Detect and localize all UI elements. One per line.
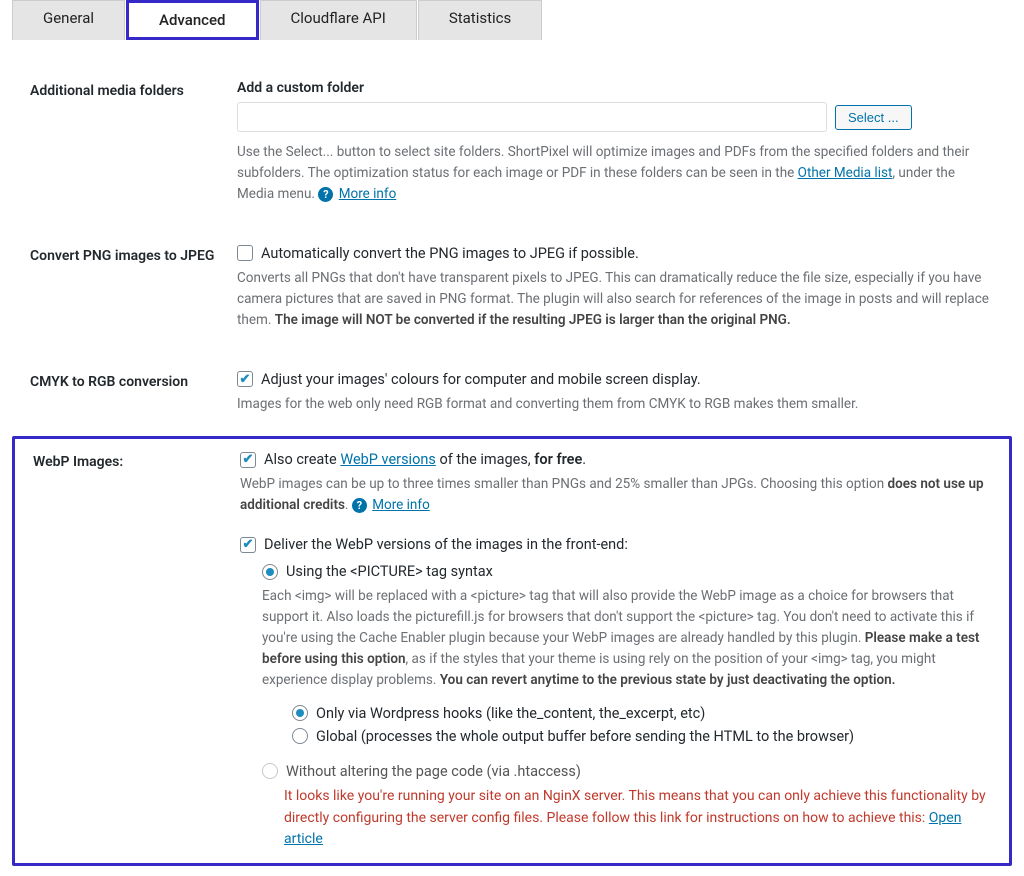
section-webp: WebP Images: Also create WebP versions o…	[15, 451, 1009, 851]
convert-png-description: Converts all PNGs that don't have transp…	[237, 268, 992, 331]
radio-global[interactable]	[292, 728, 308, 744]
radio-htaccess	[262, 763, 278, 779]
picture-tag-description: Each <img> will be replaced with a <pict…	[262, 586, 989, 691]
settings-tabs: General Advanced Cloudflare API Statisti…	[12, 0, 1012, 40]
checkbox-cmyk[interactable]	[237, 371, 253, 387]
tab-advanced[interactable]: Advanced	[126, 0, 258, 40]
checkbox-deliver-webp-label: Deliver the WebP versions of the images …	[264, 536, 628, 553]
folders-description: Use the Select... button to select site …	[237, 142, 992, 205]
radio-wp-hooks-label: Only via Wordpress hooks (like the_conte…	[316, 705, 705, 722]
label-cmyk: CMYK to RGB conversion	[12, 371, 237, 390]
webp-more-info-link[interactable]: More info	[372, 497, 430, 513]
other-media-list-link[interactable]: Other Media list	[798, 165, 893, 181]
radio-htaccess-label: Without altering the page code (via .hta…	[286, 763, 581, 780]
section-additional-media-folders: Additional media folders Add a custom fo…	[12, 70, 1012, 227]
label-additional-media-folders: Additional media folders	[12, 80, 237, 99]
checkbox-convert-png[interactable]	[237, 245, 253, 261]
tab-statistics[interactable]: Statistics	[418, 0, 542, 40]
label-convert-png: Convert PNG images to JPEG	[12, 245, 237, 264]
checkbox-convert-png-label: Automatically convert the PNG images to …	[261, 245, 639, 262]
tab-cloudflare-api[interactable]: Cloudflare API	[260, 0, 417, 40]
select-folder-button[interactable]: Select ...	[835, 105, 912, 130]
add-custom-folder-heading: Add a custom folder	[237, 80, 992, 96]
checkbox-webp-create-label: Also create WebP versions of the images,…	[264, 451, 586, 468]
cmyk-description: Images for the web only need RGB format …	[237, 394, 992, 415]
more-info-link[interactable]: More info	[339, 186, 397, 202]
tab-general[interactable]: General	[12, 0, 125, 40]
custom-folder-input[interactable]	[237, 102, 827, 132]
radio-picture-tag-label: Using the <PICTURE> tag syntax	[286, 563, 493, 580]
help-icon[interactable]: ?	[352, 498, 367, 513]
section-convert-png: Convert PNG images to JPEG Automatically…	[12, 227, 1012, 353]
checkbox-cmyk-label: Adjust your images' colours for computer…	[261, 371, 701, 388]
nginx-warning: It looks like you're running your site o…	[262, 786, 989, 851]
checkbox-deliver-webp[interactable]	[240, 537, 256, 553]
checkbox-webp-create[interactable]	[240, 452, 256, 468]
label-webp: WebP Images:	[15, 451, 240, 470]
radio-global-label: Global (processes the whole output buffe…	[316, 728, 854, 745]
webp-description: WebP images can be up to three times sma…	[240, 474, 989, 516]
webp-highlight: WebP Images: Also create WebP versions o…	[12, 436, 1012, 866]
radio-picture-tag[interactable]	[262, 564, 278, 580]
help-icon[interactable]: ?	[318, 187, 333, 202]
section-cmyk: CMYK to RGB conversion Adjust your image…	[12, 353, 1012, 437]
webp-versions-link[interactable]: WebP versions	[340, 451, 436, 468]
radio-wp-hooks[interactable]	[292, 705, 308, 721]
